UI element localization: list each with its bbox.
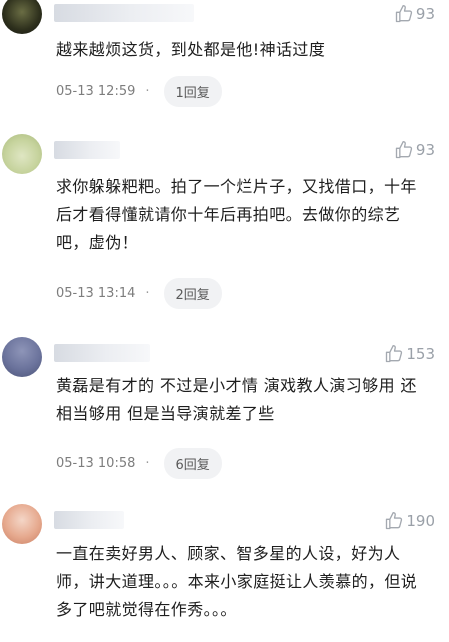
comment-time: 05-13 12:59 xyxy=(56,84,136,99)
like-count: 93 xyxy=(415,141,435,159)
username-blurred[interactable] xyxy=(54,141,120,159)
comment-time: 05-13 13:14 xyxy=(56,286,136,301)
avatar[interactable] xyxy=(2,337,42,377)
reply-button[interactable]: 2回复 xyxy=(163,278,222,309)
comment-meta: 05-13 13:14 · 2回复 xyxy=(56,278,222,309)
avatar[interactable] xyxy=(2,0,42,34)
separator-dot: · xyxy=(145,286,150,301)
like-count: 153 xyxy=(406,345,435,363)
username-blurred[interactable] xyxy=(54,4,194,22)
comment-meta: 05-13 12:59 · 1回复 xyxy=(56,76,222,107)
separator-dot: · xyxy=(145,456,150,471)
avatar[interactable] xyxy=(2,134,42,174)
like-count: 93 xyxy=(415,5,435,23)
thumbs-up-icon xyxy=(386,511,403,530)
username-blurred[interactable] xyxy=(54,344,150,362)
thumbs-up-icon xyxy=(395,5,413,23)
comment-1: 93 越来越烦这货，到处都是他!神话过度 05-13 12:59 · 1回复 xyxy=(0,0,449,120)
comment-meta: 05-13 10:58 · 6回复 xyxy=(56,448,222,479)
avatar[interactable] xyxy=(2,504,42,544)
comment-2: 93 求你躲躲粑粑。拍了一个烂片子，又找借口，十年后才看得懂就请你十年后再拍吧。… xyxy=(0,130,449,330)
reply-button[interactable]: 1回复 xyxy=(163,76,222,107)
comment-text: 黄磊是有才的 不过是小才情 演戏教人演习够用 还相当够用 但是当导演就差了些 xyxy=(56,376,417,423)
thumbs-up-icon xyxy=(386,345,403,363)
like-button[interactable]: 93 xyxy=(394,4,435,24)
comment-3: 153 黄磊是有才的 不过是小才情 演戏教人演习够用 还相当够用 但是当导演就差… xyxy=(0,335,449,485)
comment-4: 190 一直在卖好男人、顾家、智多星的人设，好为人师，讲大道理。。。本来小家庭挺… xyxy=(0,500,449,642)
comment-text: 越来越烦这货，到处都是他!神话过度 xyxy=(56,40,326,59)
like-count: 190 xyxy=(406,512,435,530)
comment-text: 一直在卖好男人、顾家、智多星的人设，好为人师，讲大道理。。。本来小家庭挺让人羡慕… xyxy=(56,544,418,619)
like-button[interactable]: 190 xyxy=(384,511,435,531)
username-blurred[interactable] xyxy=(54,511,124,529)
comment-text: 求你躲躲粑粑。拍了一个烂片子，又找借口，十年后才看得懂就请你十年后再拍吧。去做你… xyxy=(56,177,417,252)
reply-button[interactable]: 6回复 xyxy=(163,448,222,479)
like-button[interactable]: 93 xyxy=(394,140,435,160)
thumbs-up-icon xyxy=(395,141,413,159)
separator-dot: · xyxy=(145,84,150,99)
comment-time: 05-13 10:58 xyxy=(56,456,136,471)
like-button[interactable]: 153 xyxy=(384,344,435,364)
